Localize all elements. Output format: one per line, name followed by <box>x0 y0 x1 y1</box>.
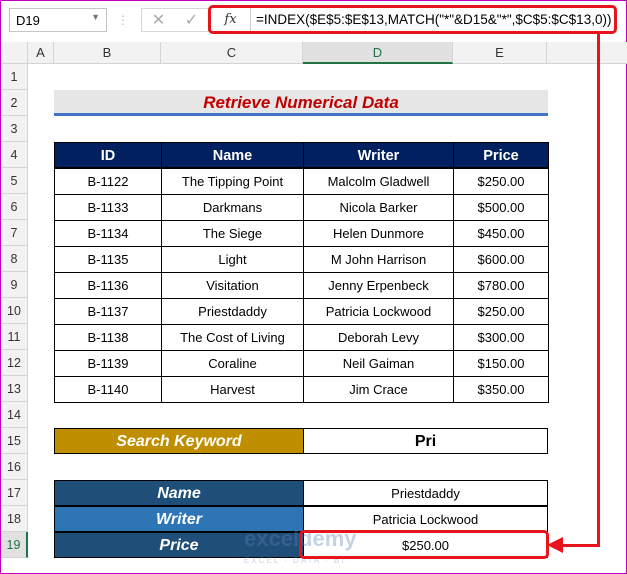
table-header-writer: Writer <box>303 142 454 168</box>
row-header-17[interactable]: 17 <box>1 480 28 506</box>
column-header-c[interactable]: C <box>161 42 303 64</box>
table-cell[interactable]: Patricia Lockwood <box>303 298 454 325</box>
arrow-line <box>561 544 600 547</box>
row-header-11[interactable]: 11 <box>1 324 28 350</box>
table-header-price: Price <box>453 142 549 168</box>
name-box-value: D19 <box>16 13 40 28</box>
table-cell[interactable]: Darkmans <box>161 194 304 221</box>
row-header-6[interactable]: 6 <box>1 194 28 220</box>
table-cell[interactable]: $150.00 <box>453 350 549 377</box>
table-cell[interactable]: Neil Gaiman <box>303 350 454 377</box>
table-cell[interactable]: B-1137 <box>54 298 162 325</box>
column-header-d[interactable]: D <box>303 42 453 64</box>
row-header-15[interactable]: 15 <box>1 428 28 454</box>
table-header-name: Name <box>161 142 304 168</box>
row-header-9[interactable]: 9 <box>1 272 28 298</box>
arrow-head-icon <box>547 537 563 553</box>
enter-icon[interactable]: ✓ <box>185 10 198 30</box>
search-keyword-label: Search Keyword <box>54 428 304 454</box>
table-cell[interactable]: $500.00 <box>453 194 549 221</box>
result-name-value[interactable]: Priestdaddy <box>303 480 548 506</box>
row-header-8[interactable]: 8 <box>1 246 28 272</box>
table-cell[interactable]: B-1139 <box>54 350 162 377</box>
formula-highlight <box>208 5 617 34</box>
row-header-18[interactable]: 18 <box>1 506 28 532</box>
row-header-4[interactable]: 4 <box>1 142 28 168</box>
row-header-14[interactable]: 14 <box>1 402 28 428</box>
table-cell[interactable]: B-1122 <box>54 168 162 195</box>
table-cell[interactable]: Priestdaddy <box>161 298 304 325</box>
table-cell[interactable]: Jenny Erpenbeck <box>303 272 454 299</box>
row-header-2[interactable]: 2 <box>1 90 28 116</box>
column-header-a[interactable]: A <box>28 42 54 64</box>
table-cell[interactable]: $600.00 <box>453 246 549 273</box>
result-name-label: Name <box>54 480 304 506</box>
table-cell[interactable]: The Cost of Living <box>161 324 304 351</box>
name-box[interactable]: D19 ▼ <box>9 8 107 32</box>
table-cell[interactable]: $450.00 <box>453 220 549 247</box>
row-header-16[interactable]: 16 <box>1 454 28 480</box>
table-cell[interactable]: B-1138 <box>54 324 162 351</box>
table-cell[interactable]: B-1135 <box>54 246 162 273</box>
table-cell[interactable]: B-1133 <box>54 194 162 221</box>
row-header-1[interactable]: 1 <box>1 64 28 90</box>
chevron-down-icon[interactable]: ▼ <box>91 12 100 22</box>
table-cell[interactable]: Deborah Levy <box>303 324 454 351</box>
table-cell[interactable]: The Siege <box>161 220 304 247</box>
arrow-line <box>597 34 600 546</box>
result-highlight <box>299 530 549 559</box>
table-cell[interactable]: $300.00 <box>453 324 549 351</box>
row-header-3[interactable]: 3 <box>1 116 28 142</box>
table-cell[interactable]: Helen Dunmore <box>303 220 454 247</box>
column-header-e[interactable]: E <box>453 42 547 64</box>
table-cell[interactable]: B-1136 <box>54 272 162 299</box>
drag-handle-icon: ⋮ <box>117 13 129 27</box>
table-cell[interactable]: Malcolm Gladwell <box>303 168 454 195</box>
table-cell[interactable]: $250.00 <box>453 298 549 325</box>
select-all-button[interactable] <box>1 42 28 64</box>
column-header-b[interactable]: B <box>54 42 161 64</box>
row-header-7[interactable]: 7 <box>1 220 28 246</box>
formula-buttons: ✕ ✓ <box>141 8 209 32</box>
table-cell[interactable]: Light <box>161 246 304 273</box>
table-cell[interactable]: $350.00 <box>453 376 549 403</box>
table-cell[interactable]: Coraline <box>161 350 304 377</box>
table-cell[interactable]: $780.00 <box>453 272 549 299</box>
row-header-19[interactable]: 19 <box>1 532 28 558</box>
cancel-icon[interactable]: ✕ <box>152 10 165 30</box>
table-header-id: ID <box>54 142 162 168</box>
table-cell[interactable]: Nicola Barker <box>303 194 454 221</box>
column-header-blank <box>547 42 627 64</box>
search-keyword-input[interactable]: Pri <box>303 428 548 454</box>
row-header-5[interactable]: 5 <box>1 168 28 194</box>
row-header-13[interactable]: 13 <box>1 376 28 402</box>
table-cell[interactable]: The Tipping Point <box>161 168 304 195</box>
table-cell[interactable]: $250.00 <box>453 168 549 195</box>
table-cell[interactable]: Harvest <box>161 376 304 403</box>
table-cell[interactable]: B-1134 <box>54 220 162 247</box>
table-cell[interactable]: Jim Crace <box>303 376 454 403</box>
table-cell[interactable]: M John Harrison <box>303 246 454 273</box>
row-header-10[interactable]: 10 <box>1 298 28 324</box>
table-cell[interactable]: B-1140 <box>54 376 162 403</box>
sheet-title: Retrieve Numerical Data <box>54 90 548 116</box>
table-cell[interactable]: Visitation <box>161 272 304 299</box>
row-header-12[interactable]: 12 <box>1 350 28 376</box>
